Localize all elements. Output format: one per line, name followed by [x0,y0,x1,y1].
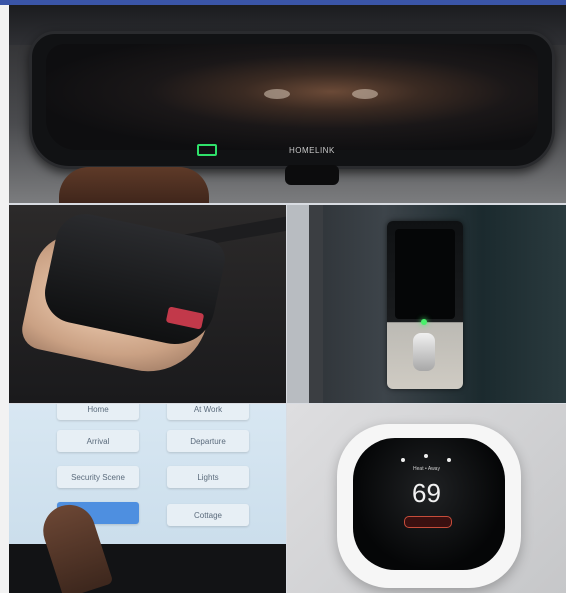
mirror-glass [46,44,538,150]
rearview-mirror-photo: HOMELINK [9,5,566,203]
indicator-dot-icon [401,458,405,462]
lock-thumbturn [413,333,435,371]
green-led-icon [421,319,427,325]
scene-button-cottage[interactable]: Cottage [167,504,249,526]
scene-button-departure[interactable]: Departure [167,430,249,452]
left-border [0,5,9,593]
reflection-eye [264,89,290,99]
green-indicator-icon [197,144,217,156]
scene-button-lights[interactable]: Lights [167,466,249,488]
thermostat-status-pill [404,516,452,528]
rearview-mirror: HOMELINK [29,31,555,169]
scene-button-home[interactable]: Home [57,404,139,420]
thermostat-temperature: 69 [412,478,441,508]
indicator-dot-icon [424,454,428,458]
reflection-eye [352,89,378,99]
hand [59,167,209,203]
lock-screen [395,229,455,319]
thermostat-mode: Heat • Away [413,466,440,472]
scene-button-at-work[interactable]: At Work [167,404,249,420]
garage-opener-photo [9,205,286,403]
door-frame [309,205,323,403]
mirror-mount [285,165,339,185]
mirror-brand-text: HOMELINK [289,146,335,155]
wall [287,205,309,403]
scene-button-arrival[interactable]: Arrival [57,430,139,452]
touchscreen-photo: Home At Work Arrival Departure Security … [9,404,286,593]
smart-lock-photo [287,205,566,403]
scene-button-security-scene[interactable]: Security Scene [57,466,139,488]
indicator-dot-icon [447,458,451,462]
thermostat-photo: Heat • Away 69 [287,404,566,593]
